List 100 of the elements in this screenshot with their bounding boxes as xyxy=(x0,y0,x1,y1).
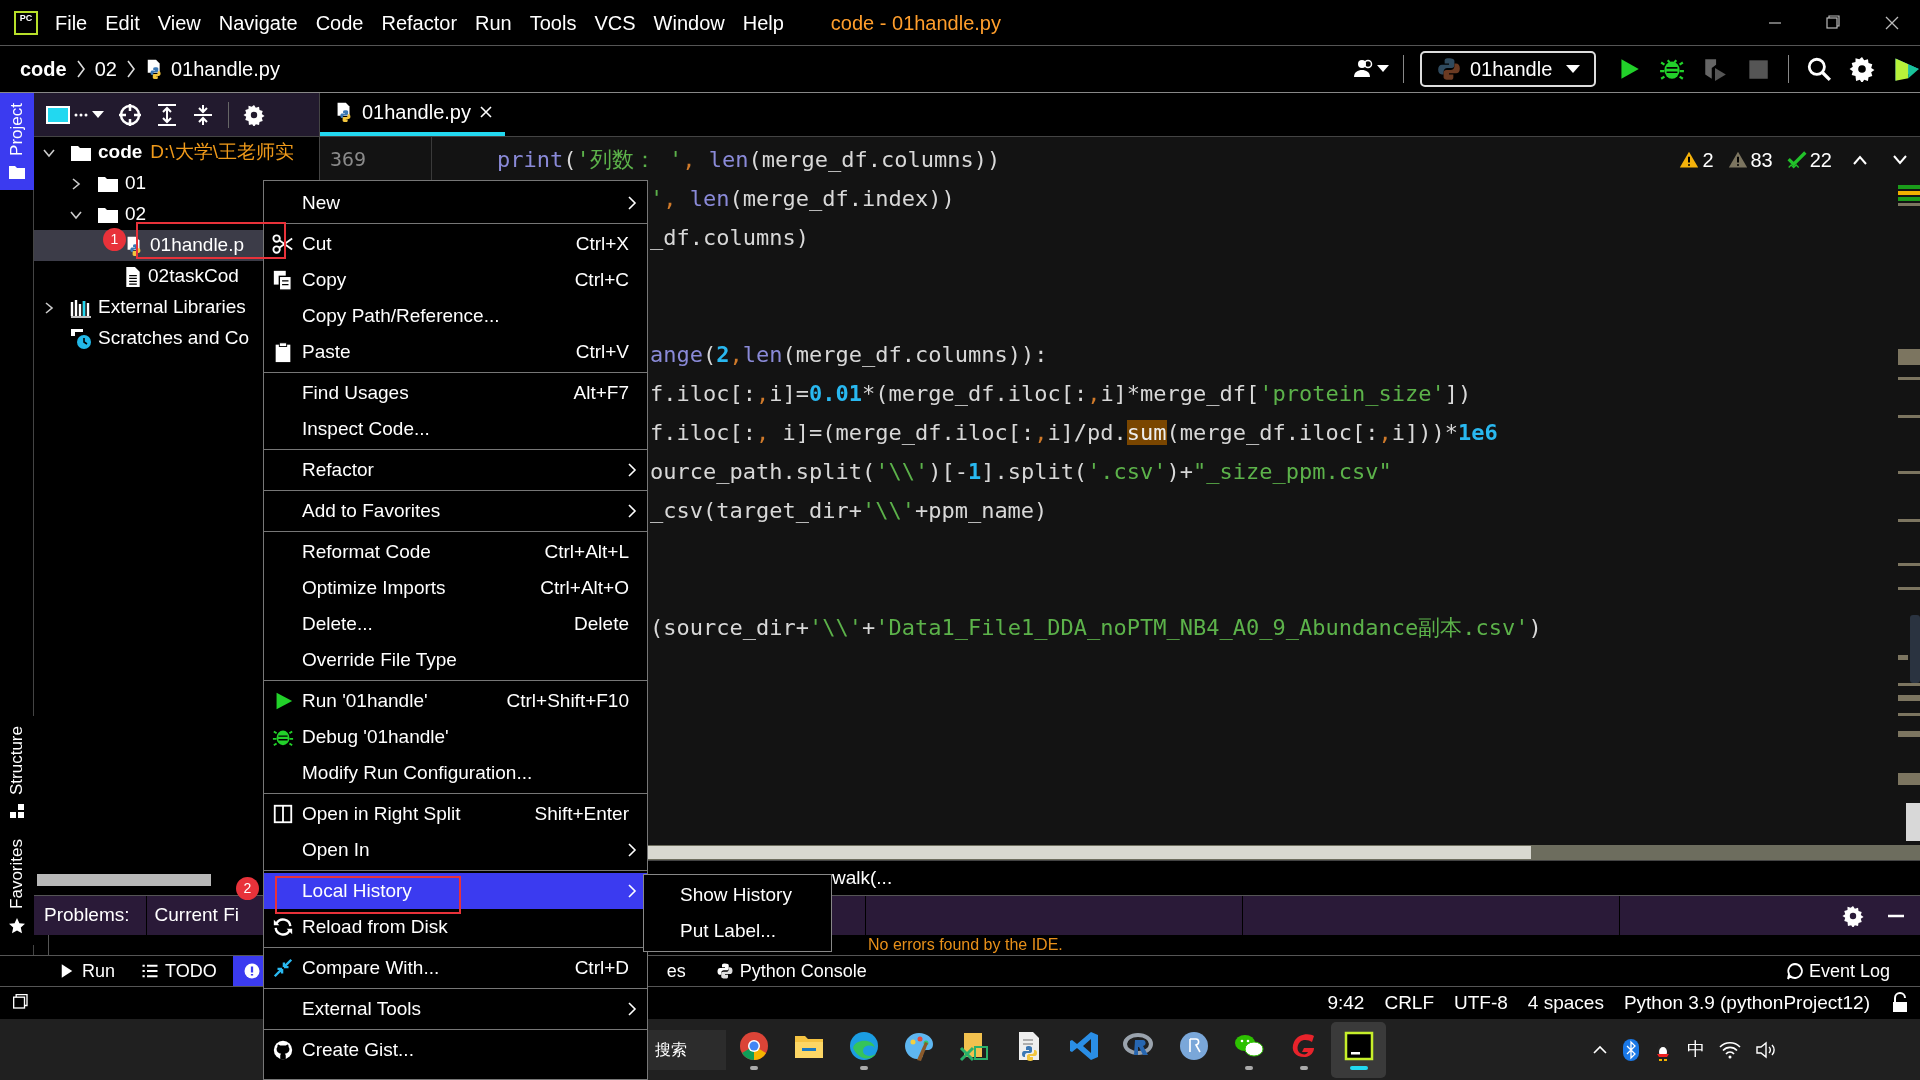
previous-icon[interactable] xyxy=(1852,154,1868,166)
menu-item[interactable]: Navigate xyxy=(209,7,307,38)
horizontal-scrollbar[interactable] xyxy=(37,874,211,886)
menu-item[interactable]: Window xyxy=(644,7,734,38)
status-message: No errors found by the IDE. xyxy=(868,935,1063,955)
libraries-icon xyxy=(70,297,92,318)
menu-item[interactable]: Edit xyxy=(96,7,149,38)
settings-icon[interactable] xyxy=(1849,56,1875,82)
menu-item[interactable]: Compare With... Ctrl+D xyxy=(264,950,647,986)
menu-item[interactable]: Open In xyxy=(264,832,647,868)
menu-item[interactable]: Reformat Code Ctrl+Alt+L xyxy=(264,534,647,570)
breadcrumb-item[interactable]: 02 xyxy=(94,54,117,84)
inspection-counter[interactable]: 83 xyxy=(1727,145,1773,175)
menu-item[interactable]: External Tools xyxy=(264,991,647,1027)
view-mode-dropdown[interactable] xyxy=(74,112,88,117)
inspection-counter[interactable]: 22 xyxy=(1786,145,1832,175)
chevron-right-icon xyxy=(124,59,137,79)
tree-item-label: code xyxy=(98,140,143,165)
status-item[interactable]: 4 spaces xyxy=(1527,988,1604,1018)
folder-icon xyxy=(97,205,119,224)
tool-window-tab[interactable]: Run xyxy=(48,955,126,987)
tool-window-tab[interactable]: Python Console xyxy=(715,955,897,987)
caret-down-icon xyxy=(1566,64,1580,74)
menu-item[interactable]: Optimize Imports Ctrl+Alt+O xyxy=(264,570,647,606)
caret-down-icon[interactable] xyxy=(92,110,104,119)
input-method-indicator[interactable]: 中 xyxy=(1687,1036,1705,1063)
run-configuration-dropdown[interactable]: 01handle xyxy=(1420,51,1596,87)
code-line: (source_dir+'\\'+'Data1_File1_DDA_noPTM_NB4_A0_9_Abundance副本.csv') xyxy=(650,614,1542,642)
folder-icon xyxy=(8,163,26,180)
settings-icon[interactable] xyxy=(243,103,265,126)
next-icon[interactable] xyxy=(1892,154,1908,166)
typo-icon xyxy=(1786,150,1807,170)
line-number: 369 xyxy=(330,147,367,171)
tree-row[interactable]: code D:\大学\王老师实 xyxy=(34,137,319,168)
tree-item-label: Scratches and Co xyxy=(98,326,250,351)
menu-item[interactable]: Local History xyxy=(264,873,647,909)
horizontal-scrollbar[interactable] xyxy=(647,846,1531,859)
python-icon xyxy=(1436,56,1462,82)
status-item[interactable]: Python 3.9 (pythonProject12) xyxy=(1623,988,1870,1018)
lock-icon[interactable] xyxy=(1890,992,1910,1014)
menu-item[interactable]: File xyxy=(46,7,97,38)
coverage-icon[interactable] xyxy=(1702,56,1728,82)
inspection-counter[interactable]: 2 xyxy=(1679,145,1714,175)
menu-item[interactable]: Run xyxy=(466,7,521,38)
structure-icon xyxy=(9,803,25,820)
code-breadcrumb[interactable]: walk(... xyxy=(832,863,893,893)
settings-icon[interactable] xyxy=(1842,904,1864,927)
status-item[interactable]: UTF-8 xyxy=(1454,988,1508,1018)
menu-item[interactable]: Override File Type xyxy=(264,642,647,678)
tool-window-tab[interactable]: es xyxy=(666,955,716,987)
menu-item[interactable]: Open in Right Split Shift+Enter xyxy=(264,796,647,832)
menu-item[interactable]: Run '01handle' Ctrl+Shift+F10 xyxy=(264,683,647,719)
tool-window-tab[interactable]: Project xyxy=(0,93,34,190)
tree-item-label: 01 xyxy=(125,171,147,196)
expand-all-icon[interactable] xyxy=(156,102,178,127)
menu-item[interactable]: Code xyxy=(306,7,373,38)
search-icon[interactable] xyxy=(1806,56,1832,82)
code-line: _csv(target_dir+'\\'+ppm_name) xyxy=(650,497,1048,525)
caret-down-icon[interactable] xyxy=(1377,65,1389,73)
speaker-icon[interactable] xyxy=(1755,1040,1777,1059)
menu-item[interactable]: Find Usages Alt+F7 xyxy=(264,375,647,411)
menu-item[interactable]: Refactor xyxy=(372,7,467,38)
menu-item[interactable]: Paste Ctrl+V xyxy=(264,334,647,370)
code-line: ', len(merge_df.index)) xyxy=(650,185,955,213)
chrome-icon xyxy=(737,1029,770,1062)
tool-window-tab[interactable]: TODO xyxy=(131,955,227,987)
menu-item[interactable]: Help xyxy=(733,7,793,38)
status-item[interactable]: CRLF xyxy=(1384,988,1435,1018)
event-log-button[interactable]: Event Log xyxy=(1785,957,1890,985)
status-item[interactable]: 9:42 xyxy=(1327,988,1365,1018)
view-mode-icon[interactable] xyxy=(46,104,70,125)
vscode-icon xyxy=(1067,1029,1100,1062)
error-icon xyxy=(1679,150,1700,170)
menu-item[interactable]: VCS xyxy=(585,7,645,38)
code-line: f.iloc[:, i]=(merge_df.iloc[:,i]/pd.sum(merge_df.iloc[:,i]))*1e6 xyxy=(650,419,1498,447)
bluetooth-icon[interactable] xyxy=(1623,1038,1639,1061)
menu-item[interactable]: Add to Favorites xyxy=(264,493,647,529)
breadcrumb-item[interactable]: code xyxy=(20,54,67,84)
menu-item[interactable]: Put Label... xyxy=(644,913,831,949)
wifi-icon[interactable] xyxy=(1719,1040,1741,1059)
locate-icon[interactable] xyxy=(118,102,142,127)
menu-item[interactable]: View xyxy=(148,7,210,38)
folder-path: D:\大学\王老师实 xyxy=(150,140,294,165)
taskbar-app[interactable] xyxy=(1331,1021,1386,1078)
folder-icon xyxy=(70,143,92,162)
menu-item[interactable]: Inspect Code... xyxy=(264,411,647,447)
close-icon[interactable] xyxy=(479,105,493,119)
menu-item[interactable]: Delete... Delete xyxy=(264,606,647,642)
star-icon xyxy=(8,917,26,935)
breadcrumb-item[interactable]: 01handle.py xyxy=(170,54,280,84)
menu-item[interactable]: Copy Path/Reference... xyxy=(264,298,647,334)
menu-item[interactable]: Debug '01handle' xyxy=(264,719,647,755)
menu-item[interactable]: Show History xyxy=(644,877,831,913)
menu-item[interactable]: New xyxy=(264,185,647,221)
menu-item[interactable]: Refactor xyxy=(264,452,647,488)
collapse-all-icon[interactable] xyxy=(192,102,214,127)
menu-item[interactable]: Copy Ctrl+C xyxy=(264,262,647,298)
code-line: _df.columns) xyxy=(650,224,809,252)
menu-item[interactable]: Modify Run Configuration... xyxy=(264,755,647,791)
menu-item[interactable]: Tools xyxy=(520,7,586,38)
